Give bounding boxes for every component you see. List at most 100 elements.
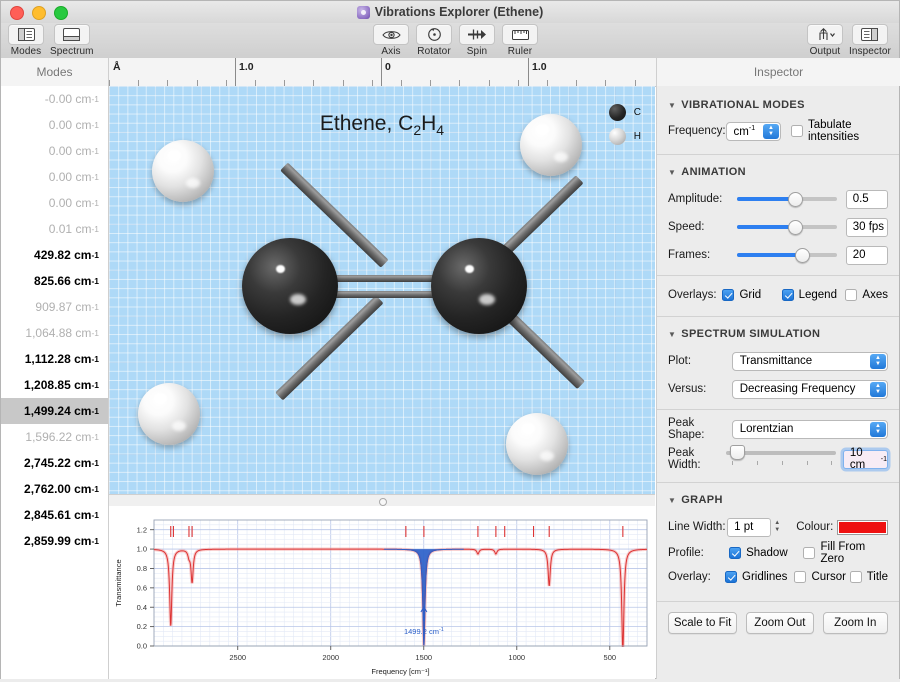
toolbar-button-axis[interactable]: Axis — [372, 24, 410, 57]
mode-list-item[interactable]: 2,762.00 cm-1 — [1, 476, 108, 502]
chevron-updown-icon[interactable]: ▲▼ — [870, 422, 886, 437]
mode-list-item[interactable]: 2,859.99 cm-1 — [1, 528, 108, 554]
app-window: Vibrations Explorer (Ethene) Modes Spect… — [0, 0, 900, 679]
rotate-icon — [416, 24, 452, 45]
mode-list-item[interactable]: 0.00 cm-1 — [1, 190, 108, 216]
disclosure-triangle-icon[interactable]: ▼ — [668, 496, 676, 505]
spin-arrow-icon — [459, 24, 495, 45]
mode-unit-exponent: -1 — [91, 328, 99, 338]
speed-slider[interactable] — [737, 220, 837, 234]
mode-list-item[interactable]: 429.82 cm-1 — [1, 242, 108, 268]
legend-label: C — [634, 107, 641, 118]
tabulate-intensities-checkbox[interactable]: Tabulate intensities — [791, 119, 888, 143]
checkbox-label: Axes — [862, 289, 888, 301]
molecule-viewer[interactable]: Ethene, C2H4 C H — [109, 86, 655, 494]
overlay-axes-checkbox[interactable]: Axes — [845, 289, 888, 301]
scale-to-fit-button[interactable]: Scale to Fit — [668, 612, 737, 634]
peak-width-slider[interactable] — [726, 446, 836, 473]
chevron-updown-icon[interactable]: ▲▼ — [763, 124, 779, 139]
section-spectrum-simulation[interactable]: ▼ SPECTRUM SIMULATION — [668, 328, 888, 340]
checkbox-box[interactable] — [722, 289, 734, 301]
mode-list-item[interactable]: 1,596.22 cm-1 — [1, 424, 108, 450]
versus-select[interactable]: Decreasing Frequency ▲▼ — [732, 380, 888, 399]
inspector-panel: ▼ VIBRATIONAL MODES Frequency: cm-1 ▲▼ T… — [656, 86, 899, 679]
amplitude-slider[interactable] — [737, 192, 837, 206]
frequency-unit-select[interactable]: cm-1 ▲▼ — [726, 122, 781, 141]
section-title: VIBRATIONAL MODES — [681, 99, 805, 111]
mode-list-item[interactable]: 1,112.28 cm-1 — [1, 346, 108, 372]
legend-item-hydrogen: H — [609, 124, 641, 148]
zoom-out-button[interactable]: Zoom Out — [746, 612, 813, 634]
mode-list-item[interactable]: 0.00 cm-1 — [1, 112, 108, 138]
overlay-gridlines-checkbox[interactable]: Gridlines — [725, 571, 794, 583]
disclosure-triangle-icon[interactable]: ▼ — [668, 330, 676, 339]
profile-shadow-checkbox[interactable]: Shadow — [729, 547, 803, 559]
spectrum-chart[interactable]: 1499.2 cm-12500200015001000500Frequency … — [109, 506, 655, 679]
peak-shape-select[interactable]: Lorentzian ▲▼ — [732, 420, 888, 439]
toolbar-button-rotator[interactable]: Rotator — [415, 24, 453, 57]
disclosure-triangle-icon[interactable]: ▼ — [668, 101, 676, 110]
mode-list-item[interactable]: 1,499.24 cm-1 — [1, 398, 108, 424]
peak-width-field[interactable]: 10 cm-1 — [843, 450, 888, 469]
chevron-updown-icon[interactable]: ▲▼ — [870, 382, 886, 397]
overlay-cursor-checkbox[interactable]: Cursor — [794, 571, 849, 583]
mode-frequency-value: 825.66 cm — [34, 274, 91, 288]
minimize-button[interactable] — [32, 6, 46, 20]
frames-slider[interactable] — [737, 248, 837, 262]
toolbar-button-ruler[interactable]: Ruler — [501, 24, 539, 57]
window-controls[interactable] — [10, 6, 68, 20]
section-graph[interactable]: ▼ GRAPH — [668, 494, 888, 506]
mode-list-item[interactable]: 909.87 cm-1 — [1, 294, 108, 320]
checkbox-box[interactable] — [850, 571, 862, 583]
checkbox-box[interactable] — [725, 571, 737, 583]
toolbar-right-group: Output Inspector — [806, 24, 891, 57]
checkbox-box[interactable] — [729, 547, 741, 559]
mode-list-item[interactable]: 2,845.61 cm-1 — [1, 502, 108, 528]
toolbar-button-modes[interactable]: Modes — [7, 24, 45, 57]
checkbox-box[interactable] — [782, 289, 794, 301]
colour-swatch[interactable] — [837, 520, 888, 535]
spectrum-shadow — [154, 549, 647, 651]
mode-unit-exponent: -1 — [91, 536, 99, 546]
peak-shape-value: Lorentzian — [740, 423, 794, 435]
checkbox-box[interactable] — [803, 547, 815, 559]
toolbar-button-output[interactable]: Output — [806, 24, 844, 57]
toolbar-button-spin[interactable]: Spin — [458, 24, 496, 57]
mode-list-item[interactable]: 0.01 cm-1 — [1, 216, 108, 242]
mode-list-item[interactable]: 2,745.22 cm-1 — [1, 450, 108, 476]
chevron-updown-icon[interactable]: ▲▼ — [870, 354, 886, 369]
speed-field[interactable]: 30 fps — [846, 218, 888, 237]
modes-list[interactable]: -0.00 cm-10.00 cm-10.00 cm-10.00 cm-10.0… — [1, 86, 109, 679]
frames-field[interactable]: 20 — [846, 246, 888, 265]
plot-select[interactable]: Transmittance ▲▼ — [732, 352, 888, 371]
section-animation[interactable]: ▼ ANIMATION — [668, 166, 888, 178]
close-button[interactable] — [10, 6, 24, 20]
line-width-field[interactable]: 1 pt — [727, 518, 771, 537]
profile-fill-from-zero-checkbox[interactable]: Fill From Zero — [803, 541, 888, 565]
mode-list-item[interactable]: 1,208.85 cm-1 — [1, 372, 108, 398]
checkbox-box[interactable] — [845, 289, 857, 301]
mode-list-item[interactable]: 1,064.88 cm-1 — [1, 320, 108, 346]
toolbar-button-spectrum[interactable]: Spectrum — [50, 24, 94, 57]
ruler-row: Modes Å1.001.0 Inspector — [1, 58, 899, 87]
checkbox-box[interactable] — [794, 571, 806, 583]
overlay-grid-checkbox[interactable]: Grid — [722, 289, 781, 301]
mode-list-item[interactable]: 0.00 cm-1 — [1, 138, 108, 164]
mode-list-item[interactable]: 825.66 cm-1 — [1, 268, 108, 294]
splitter-handle[interactable] — [379, 498, 387, 506]
overlay-title-checkbox[interactable]: Title — [850, 571, 888, 583]
overlay-legend-checkbox[interactable]: Legend — [782, 289, 846, 301]
disclosure-triangle-icon[interactable]: ▼ — [668, 168, 676, 177]
mode-list-item[interactable]: 0.00 cm-1 — [1, 164, 108, 190]
formula-sub-2: 4 — [436, 122, 444, 138]
section-vibrational-modes[interactable]: ▼ VIBRATIONAL MODES — [668, 99, 888, 111]
amplitude-field[interactable]: 0.5 — [846, 190, 888, 209]
checkbox-box[interactable] — [791, 125, 803, 137]
zoom-in-button[interactable]: Zoom In — [823, 612, 888, 634]
toolbar-button-inspector[interactable]: Inspector — [849, 24, 891, 57]
zoom-button[interactable] — [54, 6, 68, 20]
mode-frequency-value: 0.00 cm — [49, 196, 92, 210]
mode-list-item[interactable]: -0.00 cm-1 — [1, 86, 108, 112]
line-width-stepper[interactable]: ▲▼ — [771, 518, 783, 537]
mode-unit-exponent: -1 — [91, 380, 99, 390]
